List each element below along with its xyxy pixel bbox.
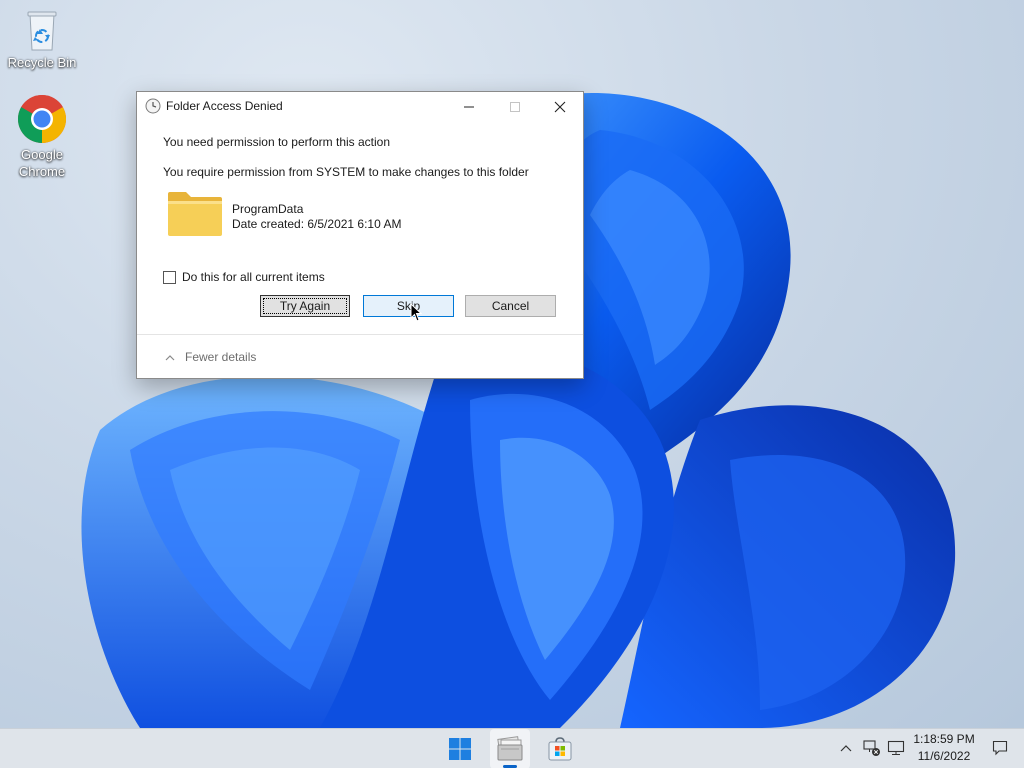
desktop-icon-label: Google Chrome [18, 147, 66, 179]
dialog-detail: You require permission from SYSTEM to ma… [163, 165, 529, 179]
clock-date: 11/6/2022 [917, 749, 971, 763]
maximize-button [492, 92, 538, 121]
monitor-icon [887, 740, 905, 755]
cancel-label: Cancel [491, 299, 530, 313]
folder-icon [168, 192, 222, 236]
minimize-icon [464, 106, 474, 107]
close-button[interactable] [537, 92, 583, 121]
apply-to-all-checkbox[interactable] [163, 270, 176, 284]
taskbar-file-explorer[interactable] [490, 729, 530, 768]
recycle-bin-icon [27, 11, 57, 51]
taskbar-clock[interactable]: 1:18:59 PM 11/6/2022 [906, 731, 982, 765]
dialog-message: You need permission to perform this acti… [163, 135, 391, 149]
progress-clock-icon [145, 98, 161, 114]
close-icon [554, 101, 566, 112]
fewer-details-toggle[interactable]: Fewer details [165, 350, 256, 364]
show-hidden-icons-button[interactable] [837, 738, 855, 758]
fewer-details-label: Fewer details [185, 350, 257, 364]
network-disconnected-icon [863, 740, 880, 756]
minimize-button[interactable] [446, 92, 492, 121]
start-icon [449, 738, 471, 760]
desktop-icon-google-chrome[interactable]: Google Chrome [2, 94, 82, 180]
network-status-button[interactable] [863, 738, 881, 758]
desktop-icon-recycle-bin[interactable]: Recycle Bin [2, 8, 82, 71]
cancel-button[interactable]: Cancel [465, 295, 556, 317]
apply-to-all-checkbox-row[interactable]: Do this for all current items [163, 270, 325, 284]
try-again-button[interactable]: Try Again [260, 295, 350, 317]
notifications-button[interactable] [991, 738, 1009, 758]
chevron-up-icon [165, 354, 175, 360]
item-date-created: Date created: 6/5/2021 6:10 AM [232, 217, 402, 231]
clock-time: 1:18:59 PM [913, 732, 975, 746]
notification-icon [992, 740, 1008, 756]
microsoft-store-icon [548, 737, 572, 761]
dialog-titlebar[interactable]: Folder Access Denied [137, 92, 583, 121]
item-name: ProgramData [232, 202, 304, 216]
taskbar-microsoft-store[interactable] [540, 729, 580, 768]
display-tray-button[interactable] [887, 738, 905, 758]
dialog-title: Folder Access Denied [166, 99, 283, 113]
apply-to-all-label: Do this for all current items [182, 270, 325, 284]
folder-access-denied-dialog: Folder Access Denied You need permission… [136, 91, 584, 379]
desktop-icon-label: Recycle Bin [7, 55, 77, 70]
chrome-icon [17, 94, 67, 143]
start-button[interactable] [440, 729, 480, 768]
mouse-cursor-icon [410, 303, 422, 322]
file-explorer-icon [497, 736, 523, 761]
chevron-up-icon [840, 745, 852, 752]
focus-ring [263, 298, 347, 314]
skip-button[interactable]: Skip [363, 295, 454, 317]
dialog-divider [137, 334, 583, 335]
maximize-icon [510, 101, 520, 112]
